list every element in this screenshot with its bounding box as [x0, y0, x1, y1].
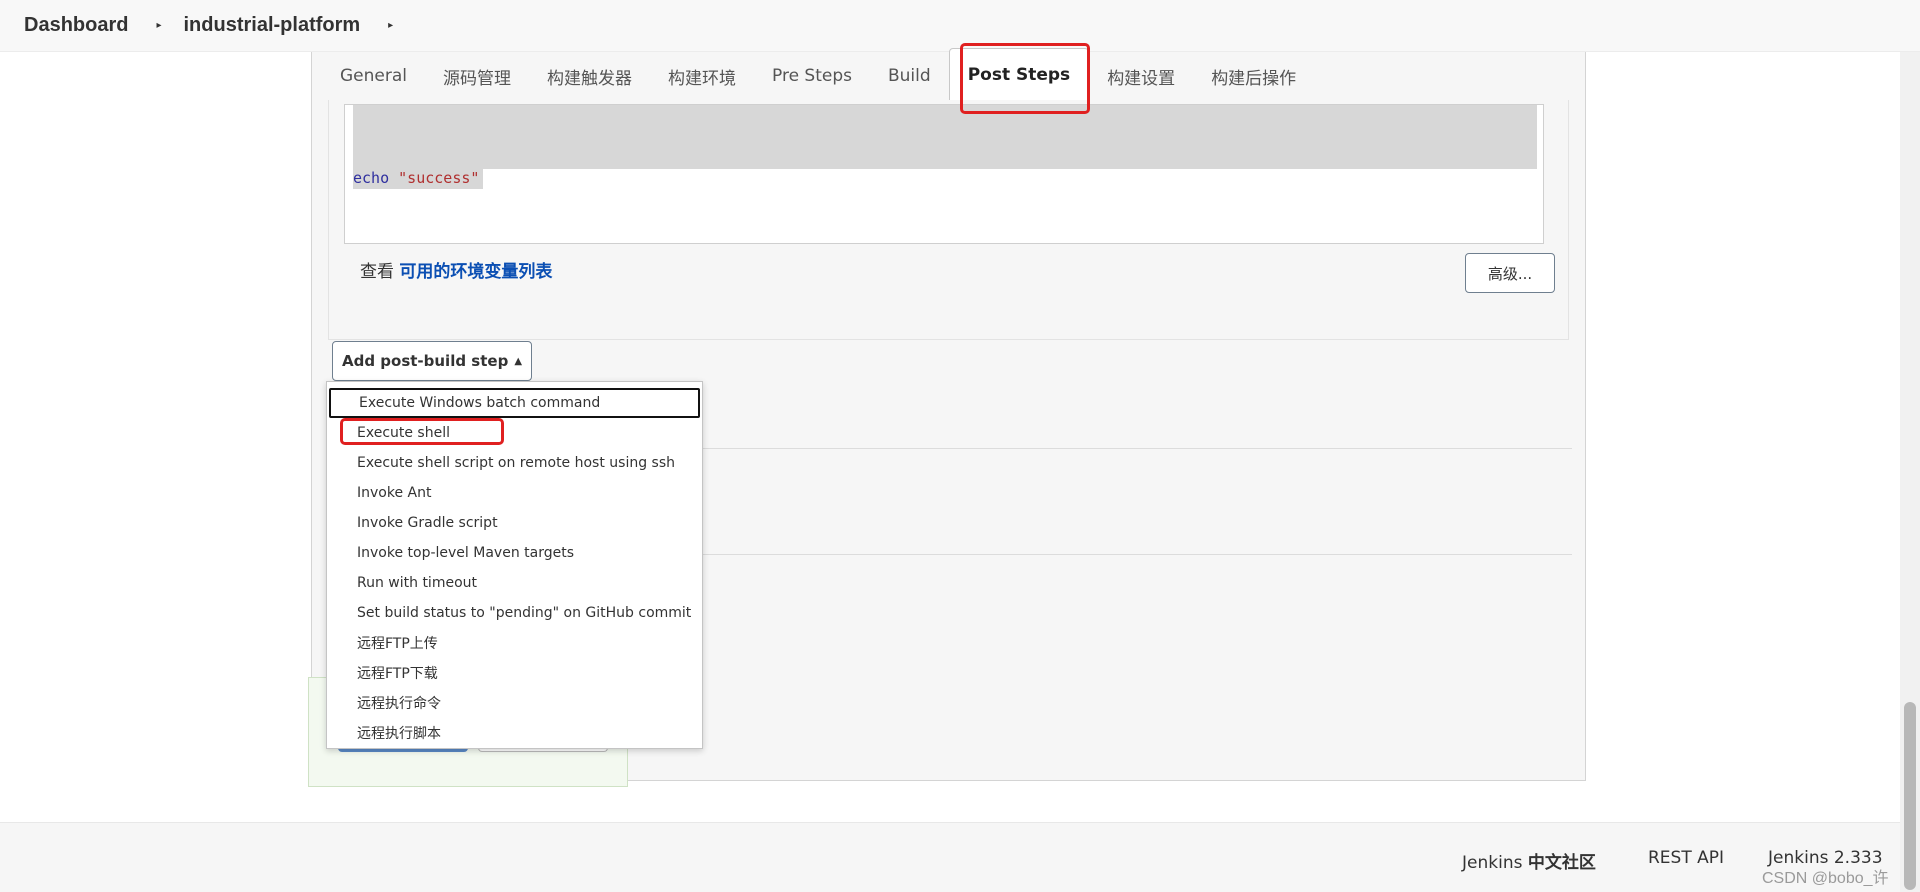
- menu-item-invoke-ant[interactable]: Invoke Ant: [327, 478, 702, 508]
- breadcrumb-separator-icon[interactable]: ▸: [156, 20, 161, 31]
- scrollbar-thumb[interactable]: [1904, 702, 1916, 890]
- tab-pre-steps[interactable]: Pre Steps: [754, 52, 870, 100]
- menu-item-ftp-download[interactable]: 远程FTP下载: [327, 658, 702, 688]
- annotation-execute-shell: [340, 418, 504, 445]
- footer-community-name: 中文社区: [1527, 853, 1596, 873]
- footer-rest-api-link[interactable]: REST API: [1648, 848, 1724, 868]
- section-divider: [612, 554, 1572, 555]
- menu-item-windows-batch[interactable]: Execute Windows batch command: [329, 388, 700, 418]
- footer-community-prefix: Jenkins: [1462, 853, 1523, 873]
- env-vars-prefix: 查看: [360, 262, 394, 282]
- watermark: CSDN @bobo_许: [1762, 870, 1889, 887]
- code-selection: [353, 105, 1537, 169]
- tab-build-settings[interactable]: 构建设置: [1089, 52, 1193, 100]
- shell-command-editor[interactable]: echo "success": [344, 104, 1544, 244]
- page-footer: Jenkins 中文社区 REST API Jenkins 2.333: [0, 822, 1900, 892]
- add-post-build-step-label: Add post-build step: [341, 352, 509, 370]
- config-tabbar: General 源码管理 构建触发器 构建环境 Pre Steps Build …: [312, 48, 1585, 100]
- menu-item-github-pending[interactable]: Set build status to "pending" on GitHub …: [327, 598, 702, 628]
- advanced-button[interactable]: 高级...: [1465, 253, 1555, 293]
- menu-item-invoke-maven[interactable]: Invoke top-level Maven targets: [327, 538, 702, 568]
- tab-post-build-actions[interactable]: 构建后操作: [1193, 52, 1314, 100]
- menu-item-run-with-timeout[interactable]: Run with timeout: [327, 568, 702, 598]
- env-vars-line: 查看 可用的环境变量列表: [360, 257, 552, 282]
- section-divider: [612, 448, 1572, 449]
- code-keyword: echo: [353, 169, 390, 187]
- tab-source-management[interactable]: 源码管理: [425, 52, 529, 100]
- tab-general[interactable]: General: [322, 52, 425, 100]
- code-string: "success": [398, 169, 480, 187]
- menu-item-remote-command[interactable]: 远程执行命令: [327, 688, 702, 718]
- add-post-build-step-button[interactable]: Add post-build step ▲: [332, 341, 532, 381]
- menu-item-remote-script[interactable]: 远程执行脚本: [327, 718, 702, 748]
- code-line: echo "success": [353, 169, 484, 189]
- tab-build-triggers[interactable]: 构建触发器: [529, 52, 650, 100]
- footer-community-link[interactable]: Jenkins 中文社区: [1462, 848, 1596, 873]
- breadcrumb-separator-icon[interactable]: ▸: [388, 20, 393, 31]
- menu-item-ftp-upload[interactable]: 远程FTP上传: [327, 628, 702, 658]
- caret-up-icon: ▲: [514, 355, 523, 367]
- annotation-post-steps-tab: [960, 43, 1090, 114]
- tab-build[interactable]: Build: [870, 52, 949, 100]
- menu-item-remote-ssh[interactable]: Execute shell script on remote host usin…: [327, 448, 702, 478]
- breadcrumb-dashboard[interactable]: Dashboard: [24, 14, 128, 37]
- breadcrumb-project[interactable]: industrial-platform: [184, 14, 361, 37]
- menu-item-invoke-gradle[interactable]: Invoke Gradle script: [327, 508, 702, 538]
- tab-build-environment[interactable]: 构建环境: [650, 52, 754, 100]
- env-vars-link[interactable]: 可用的环境变量列表: [399, 262, 552, 282]
